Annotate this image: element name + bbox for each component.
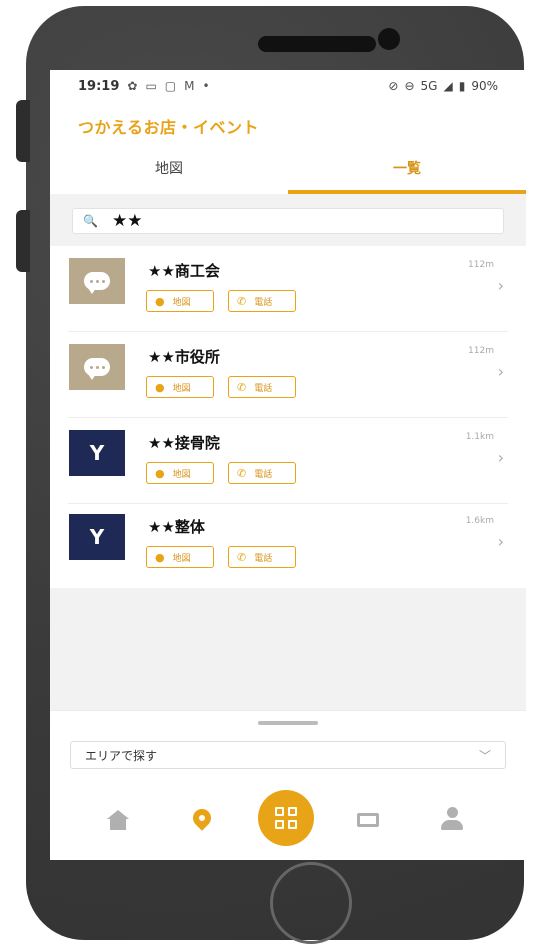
sheet-drag-handle[interactable]: [258, 721, 318, 725]
chevron-right-icon: ›: [497, 276, 504, 295]
chevron-right-icon: ›: [497, 448, 504, 467]
page-title: つかえるお店・イベント: [78, 118, 260, 137]
search-input[interactable]: 🔍 ★★: [72, 208, 504, 234]
shop-name: ★★市役所: [148, 348, 220, 366]
shop-name: ★★接骨院: [148, 434, 220, 452]
map-button-label: 地図: [172, 469, 191, 480]
battery-icon: ▮: [458, 79, 466, 93]
phone-button-label: 電話: [254, 553, 273, 564]
dnd-icon: ⊖: [404, 79, 415, 93]
chat-icon: [69, 258, 125, 304]
search-icon: 🔍: [83, 214, 98, 228]
map-pin-icon: ●: [155, 294, 165, 308]
status-time: 19:19: [78, 78, 120, 94]
map-pin-icon: ●: [155, 466, 165, 480]
map-pin-icon: ●: [155, 550, 165, 564]
status-system-icons: ⊘ ⊖ 5G ◢ ▮ 90%: [388, 79, 498, 93]
battery-level: 90%: [471, 79, 498, 93]
map-button[interactable]: ● 地図: [146, 546, 214, 568]
message-icon: ▢: [164, 79, 177, 93]
phone-button[interactable]: ✆ 電話: [228, 546, 296, 568]
phone-button-label: 電話: [254, 469, 273, 480]
signal-icon: ◢: [443, 79, 453, 93]
phone-icon: ✆: [237, 380, 247, 394]
phone-button[interactable]: ✆ 電話: [228, 376, 296, 398]
shop-distance: 1.6km: [465, 516, 494, 526]
chevron-right-icon: ›: [497, 362, 504, 381]
gear-icon: ✿: [127, 79, 138, 93]
phone-button-label: 電話: [254, 297, 273, 308]
map-pin-icon[interactable]: [186, 802, 218, 834]
shop-name: ★★商工会: [148, 262, 220, 280]
list-item[interactable]: Y ★★整体 1.6km › ● 地図 ✆ 電話: [68, 502, 508, 588]
map-button[interactable]: ● 地図: [146, 290, 214, 312]
chevron-down-icon: ﹀: [478, 748, 491, 763]
mail-icon: M: [184, 79, 195, 93]
app-screen: 19:19 ✿ ▭ ▢ M • ⊘ ⊖ 5G ◢ ▮ 90% つかえるお店・イベ…: [50, 70, 526, 860]
shop-distance: 112m: [468, 346, 494, 356]
network-label: 5G: [420, 79, 438, 93]
ticket-icon[interactable]: [352, 804, 384, 836]
map-button[interactable]: ● 地図: [146, 462, 214, 484]
search-bar: 🔍 ★★: [50, 196, 526, 244]
home-hardware-button[interactable]: [270, 862, 352, 944]
camera: [378, 28, 400, 50]
list-item[interactable]: ★★商工会 112m › ● 地図 ✆ 電話: [68, 246, 508, 332]
map-pin-icon: ●: [155, 380, 165, 394]
area-select-label: エリアで探す: [85, 748, 158, 763]
bottom-nav: [50, 776, 526, 860]
shop-distance: 112m: [468, 260, 494, 270]
square-icon: ▭: [145, 79, 157, 93]
view-tabs: 地図 一覧: [50, 142, 526, 194]
list-item[interactable]: Y ★★接骨院 1.1km › ● 地図 ✆ 電話: [68, 418, 508, 504]
phone-icon: ✆: [237, 466, 247, 480]
phone-icon: ✆: [237, 550, 247, 564]
list-item[interactable]: ★★市役所 112m › ● 地図 ✆ 電話: [68, 332, 508, 418]
chat-icon: [69, 344, 125, 390]
status-bar: 19:19 ✿ ▭ ▢ M • ⊘ ⊖ 5G ◢ ▮ 90%: [50, 70, 526, 102]
status-notification-icons: ✿ ▭ ▢ M •: [127, 79, 209, 93]
tab-map[interactable]: 地図: [50, 142, 288, 194]
phone-button[interactable]: ✆ 電話: [228, 290, 296, 312]
map-button-label: 地図: [172, 297, 191, 308]
dot-icon: •: [202, 79, 210, 93]
mute-icon: ⊘: [388, 79, 399, 93]
shop-name: ★★整体: [148, 518, 205, 536]
cocktail-icon: Y: [69, 430, 125, 476]
tab-list[interactable]: 一覧: [288, 142, 526, 194]
qr-code-icon[interactable]: [258, 790, 314, 846]
chevron-right-icon: ›: [497, 532, 504, 551]
home-icon[interactable]: [102, 804, 134, 836]
speaker: [258, 36, 376, 52]
area-select[interactable]: エリアで探す ﹀: [70, 741, 506, 769]
map-button-label: 地図: [172, 553, 191, 564]
map-button[interactable]: ● 地図: [146, 376, 214, 398]
volume-up-button[interactable]: [16, 100, 30, 162]
volume-down-button[interactable]: [16, 210, 30, 272]
map-button-label: 地図: [172, 383, 191, 394]
phone-icon: ✆: [237, 294, 247, 308]
app-header: つかえるお店・イベント: [50, 102, 526, 142]
shop-distance: 1.1km: [465, 432, 494, 442]
user-icon[interactable]: [436, 802, 468, 834]
phone-button[interactable]: ✆ 電話: [228, 462, 296, 484]
phone-button-label: 電話: [254, 383, 273, 394]
cocktail-icon: Y: [69, 514, 125, 560]
search-value: ★★: [111, 211, 143, 231]
shop-list: ★★商工会 112m › ● 地図 ✆ 電話 ★★市役所 112m › ● 地図 ✆ 電…: [50, 246, 526, 588]
